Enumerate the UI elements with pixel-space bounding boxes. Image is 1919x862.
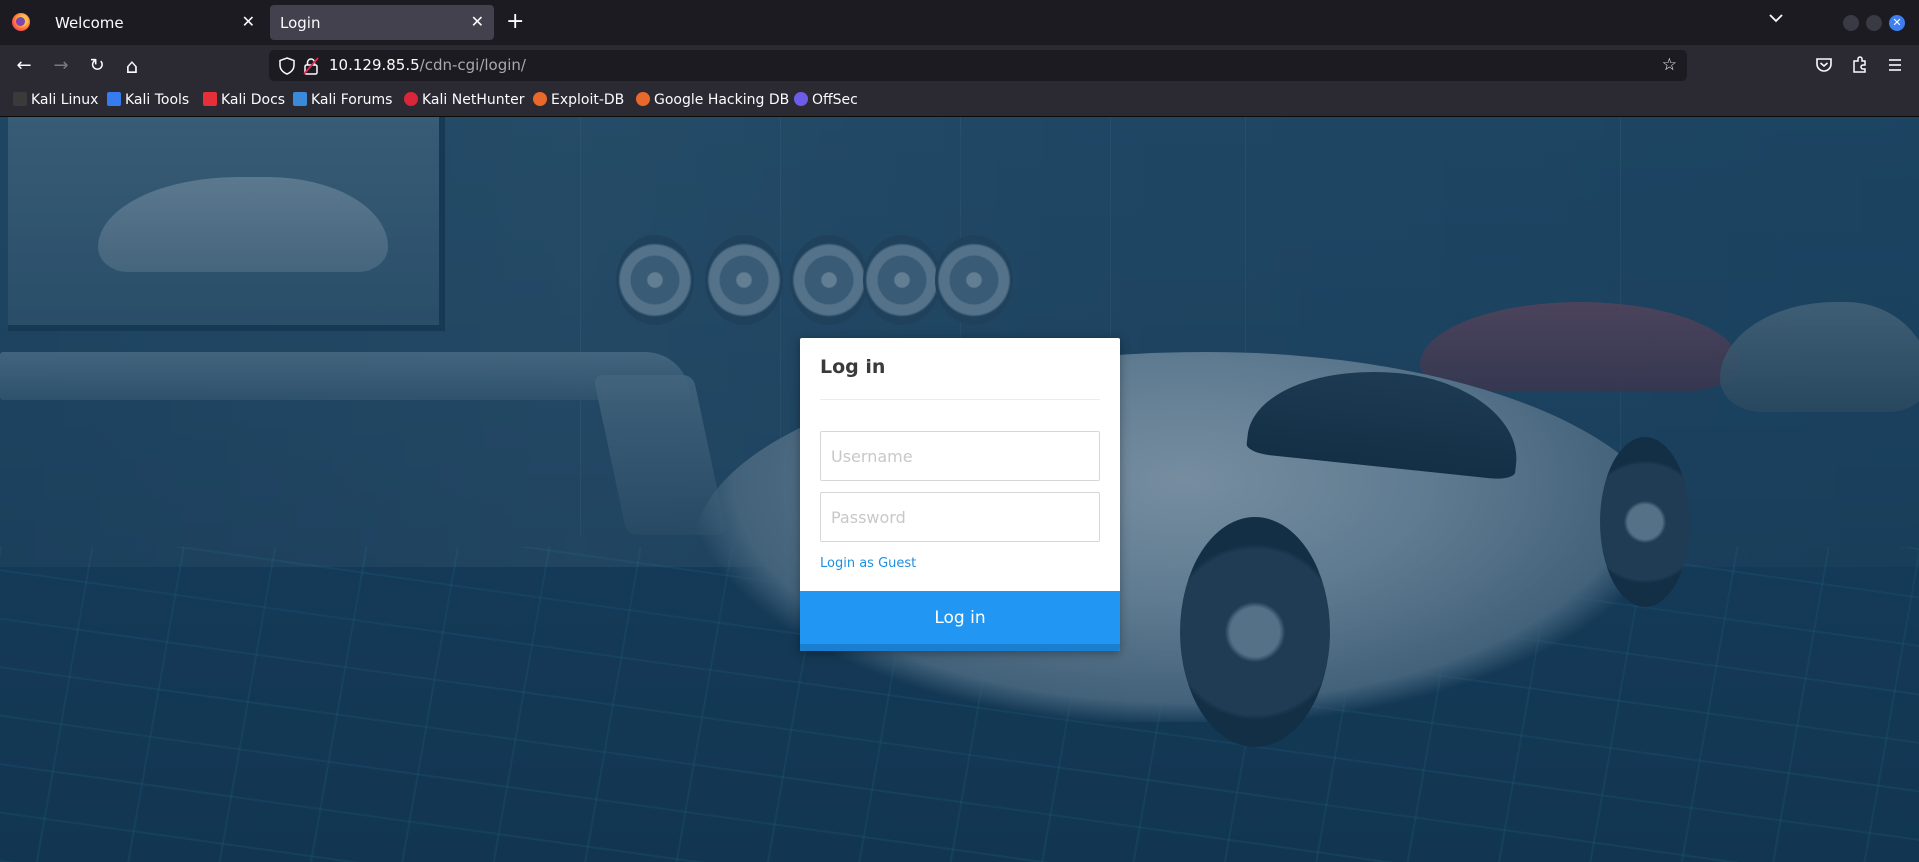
- url-path: /cdn-cgi/login/: [419, 56, 526, 74]
- tab-welcome[interactable]: Welcome ✕: [45, 5, 265, 40]
- back-arrow-icon[interactable]: ←: [11, 53, 37, 79]
- bookmark-label: Kali NetHunter: [422, 92, 525, 108]
- tab-login[interactable]: Login ✕: [270, 5, 494, 40]
- bookmark-google-hacking-db[interactable]: Google Hacking DB: [636, 92, 789, 112]
- url-text[interactable]: 10.129.85.5/cdn-cgi/login/: [329, 56, 526, 74]
- insecure-lock-icon[interactable]: [303, 57, 319, 75]
- close-tab-icon[interactable]: ✕: [471, 12, 484, 31]
- list-all-tabs-chevron-icon[interactable]: [1769, 11, 1783, 25]
- maximize-window-icon[interactable]: [1866, 15, 1882, 31]
- login-as-guest-link[interactable]: Login as Guest: [820, 556, 916, 571]
- forward-arrow-icon[interactable]: →: [48, 53, 74, 79]
- title-divider: [820, 399, 1100, 400]
- offsec-icon: [794, 92, 808, 106]
- login-form: Log in Login as Guest Log in: [800, 338, 1120, 651]
- bookmark-star-icon[interactable]: ☆: [1662, 55, 1677, 75]
- bookmark-offsec[interactable]: OffSec: [794, 92, 858, 112]
- close-tab-icon[interactable]: ✕: [242, 12, 255, 31]
- reload-icon[interactable]: ↻: [84, 53, 110, 79]
- bookmark-kali-docs[interactable]: Kali Docs: [203, 92, 285, 112]
- bookmark-label: Kali Docs: [221, 92, 286, 108]
- bookmark-kali-linux[interactable]: Kali Linux: [13, 92, 98, 112]
- navigation-toolbar: ← → ↻ ⌂ 10.129.85.5/cdn-cgi/login/ ☆: [0, 45, 1919, 86]
- url-bar[interactable]: 10.129.85.5/cdn-cgi/login/ ☆: [269, 50, 1687, 81]
- extensions-puzzle-icon[interactable]: [1850, 55, 1870, 75]
- bookmark-label: OffSec: [812, 92, 858, 108]
- tracking-protection-shield-icon[interactable]: [279, 57, 295, 75]
- kali-docs-icon: [203, 92, 217, 106]
- bookmark-exploit-db[interactable]: Exploit-DB: [533, 92, 624, 112]
- login-title: Log in: [820, 356, 886, 378]
- bookmark-kali-nethunter[interactable]: Kali NetHunter: [404, 92, 524, 112]
- kali-tools-icon: [107, 92, 121, 106]
- tab-label: Login: [280, 14, 321, 32]
- firefox-logo-icon[interactable]: [12, 13, 30, 31]
- tab-label: Welcome: [55, 14, 124, 32]
- exploit-db-icon: [533, 92, 547, 106]
- ghdb-icon: [636, 92, 650, 106]
- bookmark-label: Exploit-DB: [551, 92, 625, 108]
- bookmarks-toolbar: Kali Linux Kali Tools Kali Docs Kali For…: [0, 86, 1919, 117]
- hamburger-menu-icon[interactable]: [1885, 55, 1905, 75]
- close-window-icon[interactable]: ✕: [1889, 15, 1905, 31]
- pocket-icon[interactable]: [1814, 55, 1834, 75]
- bookmark-label: Google Hacking DB: [654, 92, 790, 108]
- nethunter-icon: [404, 92, 418, 106]
- kali-dragon-icon: [13, 92, 27, 106]
- bookmark-label: Kali Linux: [31, 92, 99, 108]
- bookmark-kali-forums[interactable]: Kali Forums: [293, 92, 392, 112]
- minimize-window-icon[interactable]: [1843, 15, 1859, 31]
- home-icon[interactable]: ⌂: [119, 53, 145, 79]
- bookmark-label: Kali Forums: [311, 92, 393, 108]
- new-tab-icon[interactable]: +: [506, 9, 524, 35]
- login-submit-button[interactable]: Log in: [800, 591, 1120, 651]
- kali-forums-icon: [293, 92, 307, 106]
- password-input[interactable]: [820, 492, 1100, 542]
- username-input[interactable]: [820, 431, 1100, 481]
- bookmark-label: Kali Tools: [125, 92, 190, 108]
- bookmark-kali-tools[interactable]: Kali Tools: [107, 92, 189, 112]
- tab-strip: Welcome ✕ Login ✕ + ✕: [0, 0, 1919, 45]
- url-host: 10.129.85.5: [329, 56, 420, 74]
